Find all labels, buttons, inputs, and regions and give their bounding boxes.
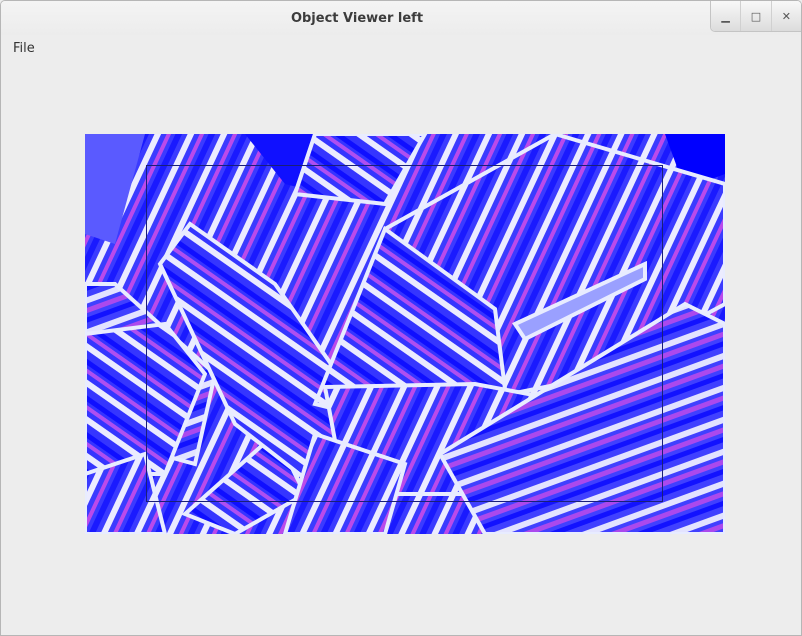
maximize-icon: □ [750, 9, 762, 23]
window-controls: ▁ □ ✕ [710, 1, 801, 32]
maximize-button[interactable]: □ [741, 1, 772, 31]
image-viewport[interactable] [85, 134, 725, 534]
stripe-image [85, 134, 725, 534]
close-icon: ✕ [781, 9, 791, 23]
title-bar[interactable]: Object Viewer left ▁ □ ✕ [1, 1, 801, 35]
app-window: Object Viewer left ▁ □ ✕ File [0, 0, 802, 636]
menu-file[interactable]: File [13, 41, 35, 56]
minimize-button[interactable]: ▁ [711, 1, 742, 31]
menu-bar: File [1, 37, 801, 61]
window-title: Object Viewer left [290, 11, 424, 26]
close-button[interactable]: ✕ [771, 1, 801, 31]
minimize-icon: ▁ [721, 9, 730, 23]
